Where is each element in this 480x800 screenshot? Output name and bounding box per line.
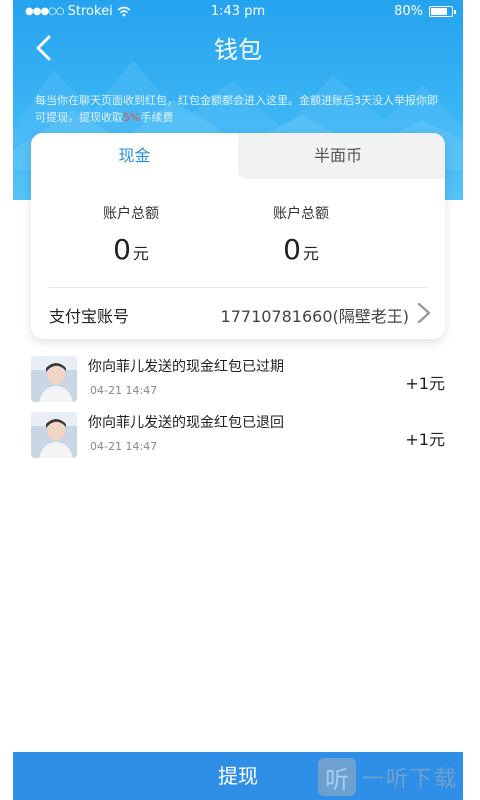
balance-cash: 账户总额 0元 <box>71 203 191 266</box>
page-title: 钱包 <box>214 36 262 64</box>
balance-label: 账户总额 <box>103 206 159 222</box>
record-time: 04-21 14:47 <box>90 440 158 453</box>
wallet-screen: ●●●○○ Strokei 1:43 pm 80% 钱包 每当你在聊天页面收到红… <box>13 0 463 800</box>
balance-coin: 账户总额 0元 <box>241 203 361 266</box>
wallet-tabs: 半面币 现金 <box>31 133 445 179</box>
balance-card: 半面币 现金 账户总额 0元 账户总额 0元 支付宝账号 17710781660… <box>31 133 445 339</box>
watermark-text: 一听下载 <box>362 767 459 792</box>
tab-cash[interactable]: 现金 <box>31 133 238 179</box>
watermark: 听 一听下载 <box>318 756 480 798</box>
avatar <box>31 412 77 458</box>
battery-icon <box>429 6 456 17</box>
transaction-list: 你向菲儿发送的现金红包已过期 04-21 14:47 +1元 你向菲儿发送的现金… <box>13 352 463 464</box>
alipay-label: 支付宝账号 <box>49 307 130 326</box>
status-bar: ●●●○○ Strokei 1:43 pm 80% <box>13 0 463 24</box>
balance-label: 账户总额 <box>273 206 329 222</box>
balance-amount: 0元 <box>283 233 319 266</box>
chevron-right-icon[interactable] <box>415 301 433 325</box>
list-item[interactable]: 你向菲儿发送的现金红包已过期 04-21 14:47 +1元 <box>13 352 463 408</box>
record-amount: +1元 <box>405 374 445 393</box>
balance-amount: 0元 <box>113 233 149 266</box>
record-title: 你向菲儿发送的现金红包已退回 <box>88 415 284 431</box>
wallet-notice: 每当你在聊天页面收到红包，红包金额都会进入这里。金额进账后3天没人举报你即可提现… <box>35 94 438 124</box>
tab-coin[interactable]: 半面币 <box>231 133 445 179</box>
record-time: 04-21 14:47 <box>90 384 158 397</box>
alipay-account[interactable]: 17710781660(隔壁老王) <box>221 303 409 327</box>
record-title: 你向菲儿发送的现金红包已过期 <box>88 359 284 375</box>
fee-highlight: 5% <box>123 111 141 124</box>
record-amount: +1元 <box>405 430 445 449</box>
list-item[interactable]: 你向菲儿发送的现金红包已退回 04-21 14:47 +1元 <box>13 408 463 464</box>
battery-percent: 80% <box>394 4 423 19</box>
divider <box>49 287 427 288</box>
watermark-logo-icon: 听 <box>318 758 356 796</box>
avatar <box>31 356 77 402</box>
